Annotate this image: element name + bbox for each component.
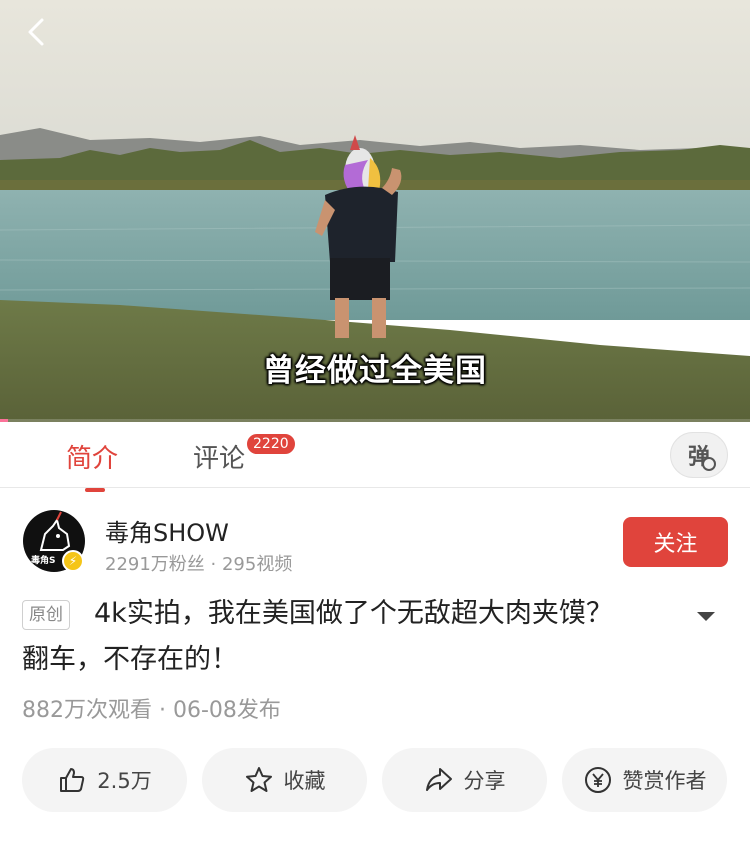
tab-comments[interactable]: 评论	[193, 438, 245, 475]
comment-count-badge: 2220	[246, 433, 296, 455]
like-button[interactable]: 2.5万	[22, 748, 187, 812]
tip-author-label: 赞赏作者	[622, 769, 707, 793]
chevron-down-icon	[697, 612, 715, 621]
verified-icon: ⚡	[62, 550, 84, 572]
video-subtitle: 曾经做过全美国	[263, 353, 487, 389]
active-tab-indicator	[85, 488, 105, 492]
favorite-label: 收藏	[283, 769, 326, 793]
uploader-name[interactable]: 毒角SHOW	[105, 513, 229, 548]
tab-bar: 简介 评论 2220 弹	[0, 422, 750, 492]
danmaku-icon: 弹	[688, 439, 717, 471]
share-button[interactable]: 分享	[382, 748, 547, 812]
expand-description-button[interactable]	[694, 606, 718, 626]
favorite-button[interactable]: 收藏	[202, 748, 367, 812]
danmaku-toggle-button[interactable]: 弹	[670, 432, 728, 478]
thumbs-up-icon	[60, 768, 85, 792]
video-title: 4k实拍，我在美国做了个无敌超大肉夹馍？翻车，不存在的！	[22, 598, 613, 675]
star-icon	[245, 767, 272, 792]
back-arrow-icon	[28, 18, 44, 46]
yen-coin-icon	[584, 767, 611, 793]
video-player[interactable]: 曾经做过全美国	[0, 0, 750, 422]
like-count: 2.5万	[97, 769, 152, 793]
uploader-stats: 2291万粉丝 · 295视频	[105, 554, 293, 575]
avatar-text: 毒角S	[31, 556, 56, 566]
tab-comments-label: 评论	[193, 444, 246, 474]
follow-button[interactable]: 关注	[623, 517, 728, 567]
tab-intro[interactable]: 简介	[66, 438, 119, 492]
tip-author-button[interactable]: 赞赏作者	[562, 748, 727, 812]
tab-intro-label: 简介	[66, 444, 119, 474]
back-button[interactable]	[18, 12, 58, 52]
video-meta: 882万次观看 · 06-08发布	[22, 698, 281, 723]
share-icon	[425, 768, 452, 791]
share-label: 分享	[463, 769, 506, 793]
original-tag: 原创	[22, 600, 70, 630]
